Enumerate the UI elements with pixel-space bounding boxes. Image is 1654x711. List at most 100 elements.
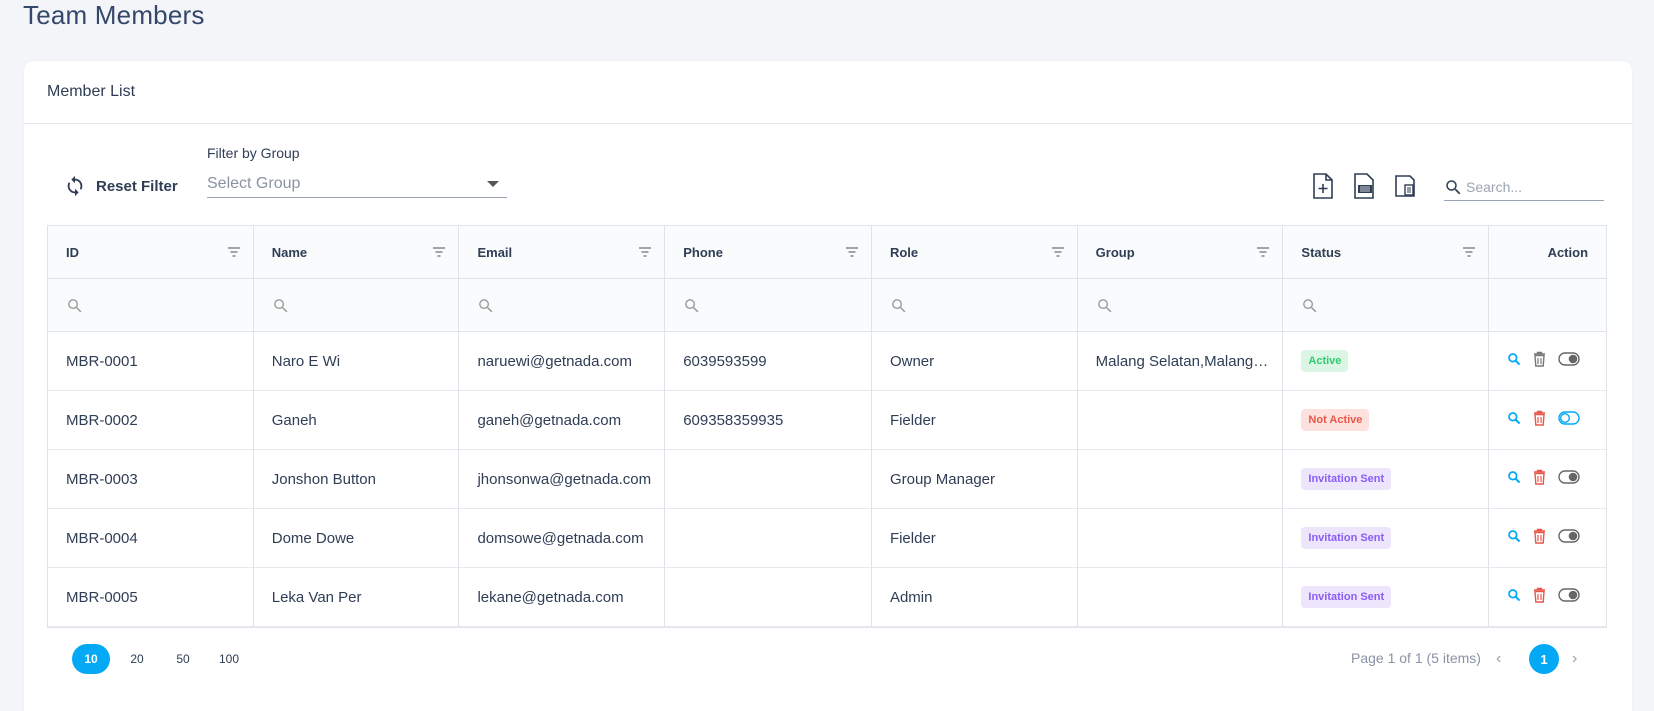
filter-icon[interactable] <box>845 247 859 257</box>
cell-name: Leka Van Per <box>271 588 362 606</box>
search-icon <box>479 298 493 312</box>
reset-filter-button[interactable]: Reset Filter <box>64 174 178 198</box>
status-toggle[interactable] <box>1558 352 1580 370</box>
column-header-email[interactable]: Email <box>459 226 666 279</box>
group-select[interactable]: Select Group <box>207 170 507 198</box>
page-size-selector: 10 20 50 100 <box>72 644 248 674</box>
cell-name: Naro E Wi <box>271 352 341 370</box>
table-row[interactable]: MBR-0003 Jonshon Button jhonsonwa@getnad… <box>48 450 1607 509</box>
column-header-id[interactable]: ID <box>48 226 254 279</box>
cell-id: MBR-0002 <box>66 411 138 429</box>
column-header-action: Action <box>1489 226 1607 279</box>
status-toggle[interactable] <box>1558 529 1580 547</box>
cell-name: Ganeh <box>271 411 317 429</box>
page-size-10[interactable]: 10 <box>72 644 110 674</box>
group-select-placeholder: Select Group <box>207 174 301 192</box>
member-list-card: Member List Reset Filter Filter by Group… <box>24 61 1632 711</box>
refresh-icon <box>67 175 83 197</box>
filter-by-group-label: Filter by Group <box>207 145 300 161</box>
search-icon <box>1097 298 1112 312</box>
view-icon[interactable] <box>1507 588 1521 606</box>
cell-id: MBR-0001 <box>66 352 138 370</box>
cell-email: jhonsonwa@getnada.com <box>477 470 652 488</box>
search-icon <box>1303 298 1317 312</box>
add-file-icon[interactable] <box>1312 173 1334 199</box>
view-icon[interactable] <box>1507 470 1521 488</box>
table-header-row: ID Name Email Phone Role Group Status Ac… <box>48 226 1607 279</box>
delete-icon[interactable] <box>1533 469 1546 489</box>
search-icon <box>892 298 906 312</box>
cell-id: MBR-0004 <box>66 529 138 547</box>
filter-icon[interactable] <box>432 247 446 257</box>
export-document-icon[interactable] <box>1394 173 1416 199</box>
cell-email: naruewi@getnada.com <box>477 352 632 370</box>
filter-icon[interactable] <box>1462 247 1476 257</box>
status-badge: Invitation Sent <box>1301 527 1392 549</box>
delete-icon[interactable] <box>1533 410 1546 430</box>
filter-icon[interactable] <box>1256 247 1270 257</box>
status-badge: Invitation Sent <box>1301 468 1392 490</box>
global-search[interactable] <box>1444 173 1604 201</box>
delete-icon[interactable] <box>1533 528 1546 548</box>
view-icon[interactable] <box>1507 352 1521 370</box>
column-header-status[interactable]: Status <box>1283 226 1490 279</box>
table-row[interactable]: MBR-0005 Leka Van Per lekane@getnada.com… <box>48 568 1607 627</box>
search-icon <box>685 298 699 312</box>
page-button-1[interactable]: 1 <box>1529 644 1559 674</box>
status-badge: Invitation Sent <box>1301 586 1392 608</box>
column-filter-role[interactable] <box>871 279 1078 332</box>
column-filter-phone[interactable] <box>665 279 872 332</box>
cell-name: Dome Dowe <box>271 529 355 547</box>
delete-icon[interactable] <box>1533 587 1546 607</box>
status-toggle[interactable] <box>1558 470 1580 488</box>
column-header-phone[interactable]: Phone <box>665 226 872 279</box>
filter-icon[interactable] <box>227 247 241 257</box>
cell-phone: 6039593599 <box>683 352 767 370</box>
filter-icon[interactable] <box>1051 247 1065 257</box>
export-excel-icon[interactable] <box>1353 173 1375 199</box>
cell-role: Admin <box>889 588 933 606</box>
cell-email: ganeh@getnada.com <box>477 411 622 429</box>
search-icon <box>68 298 82 312</box>
table-row[interactable]: MBR-0001 Naro E Wi naruewi@getnada.com 6… <box>48 332 1607 391</box>
column-filter-name[interactable] <box>253 279 460 332</box>
cell-email: domsowe@getnada.com <box>477 529 644 547</box>
status-toggle[interactable] <box>1558 588 1580 606</box>
page-info: Page 1 of 1 (5 items) <box>1351 650 1481 666</box>
view-icon[interactable] <box>1507 411 1521 429</box>
table-row[interactable]: MBR-0004 Dome Dowe domsowe@getnada.com F… <box>48 509 1607 568</box>
page-size-20[interactable]: 20 <box>118 644 156 674</box>
column-header-group[interactable]: Group <box>1077 226 1284 279</box>
status-toggle[interactable] <box>1558 411 1580 429</box>
card-title: Member List <box>24 61 1632 124</box>
column-filter-status[interactable] <box>1283 279 1490 332</box>
column-filter-email[interactable] <box>459 279 666 332</box>
cell-phone: 609358359935 <box>683 411 784 429</box>
search-icon <box>273 298 288 312</box>
cell-email: lekane@getnada.com <box>477 588 624 606</box>
caret-down-icon <box>487 180 499 187</box>
column-filter-id[interactable] <box>48 279 254 332</box>
table-row[interactable]: MBR-0002 Ganeh ganeh@getnada.com 6093583… <box>48 391 1607 450</box>
filter-icon[interactable] <box>638 247 652 257</box>
column-header-role[interactable]: Role <box>871 226 1078 279</box>
cell-role: Fielder <box>889 529 936 547</box>
chevron-left-icon[interactable]: ‹ <box>1496 650 1501 668</box>
reset-filter-label: Reset Filter <box>96 177 178 195</box>
cell-id: MBR-0005 <box>66 588 138 606</box>
cell-role: Owner <box>889 352 935 370</box>
page-size-100[interactable]: 100 <box>210 644 248 674</box>
status-badge: Active <box>1301 350 1349 372</box>
search-input[interactable] <box>1466 178 1596 195</box>
page-size-50[interactable]: 50 <box>164 644 202 674</box>
view-icon[interactable] <box>1507 529 1521 547</box>
status-badge: Not Active <box>1301 409 1370 431</box>
column-filter-action <box>1489 279 1607 332</box>
search-icon <box>1446 179 1461 194</box>
delete-icon[interactable] <box>1533 351 1546 371</box>
column-filter-group[interactable] <box>1077 279 1284 332</box>
column-header-name[interactable]: Name <box>253 226 460 279</box>
chevron-right-icon[interactable]: › <box>1572 650 1577 668</box>
cell-role: Group Manager <box>889 470 995 488</box>
column-filter-row <box>48 279 1607 332</box>
